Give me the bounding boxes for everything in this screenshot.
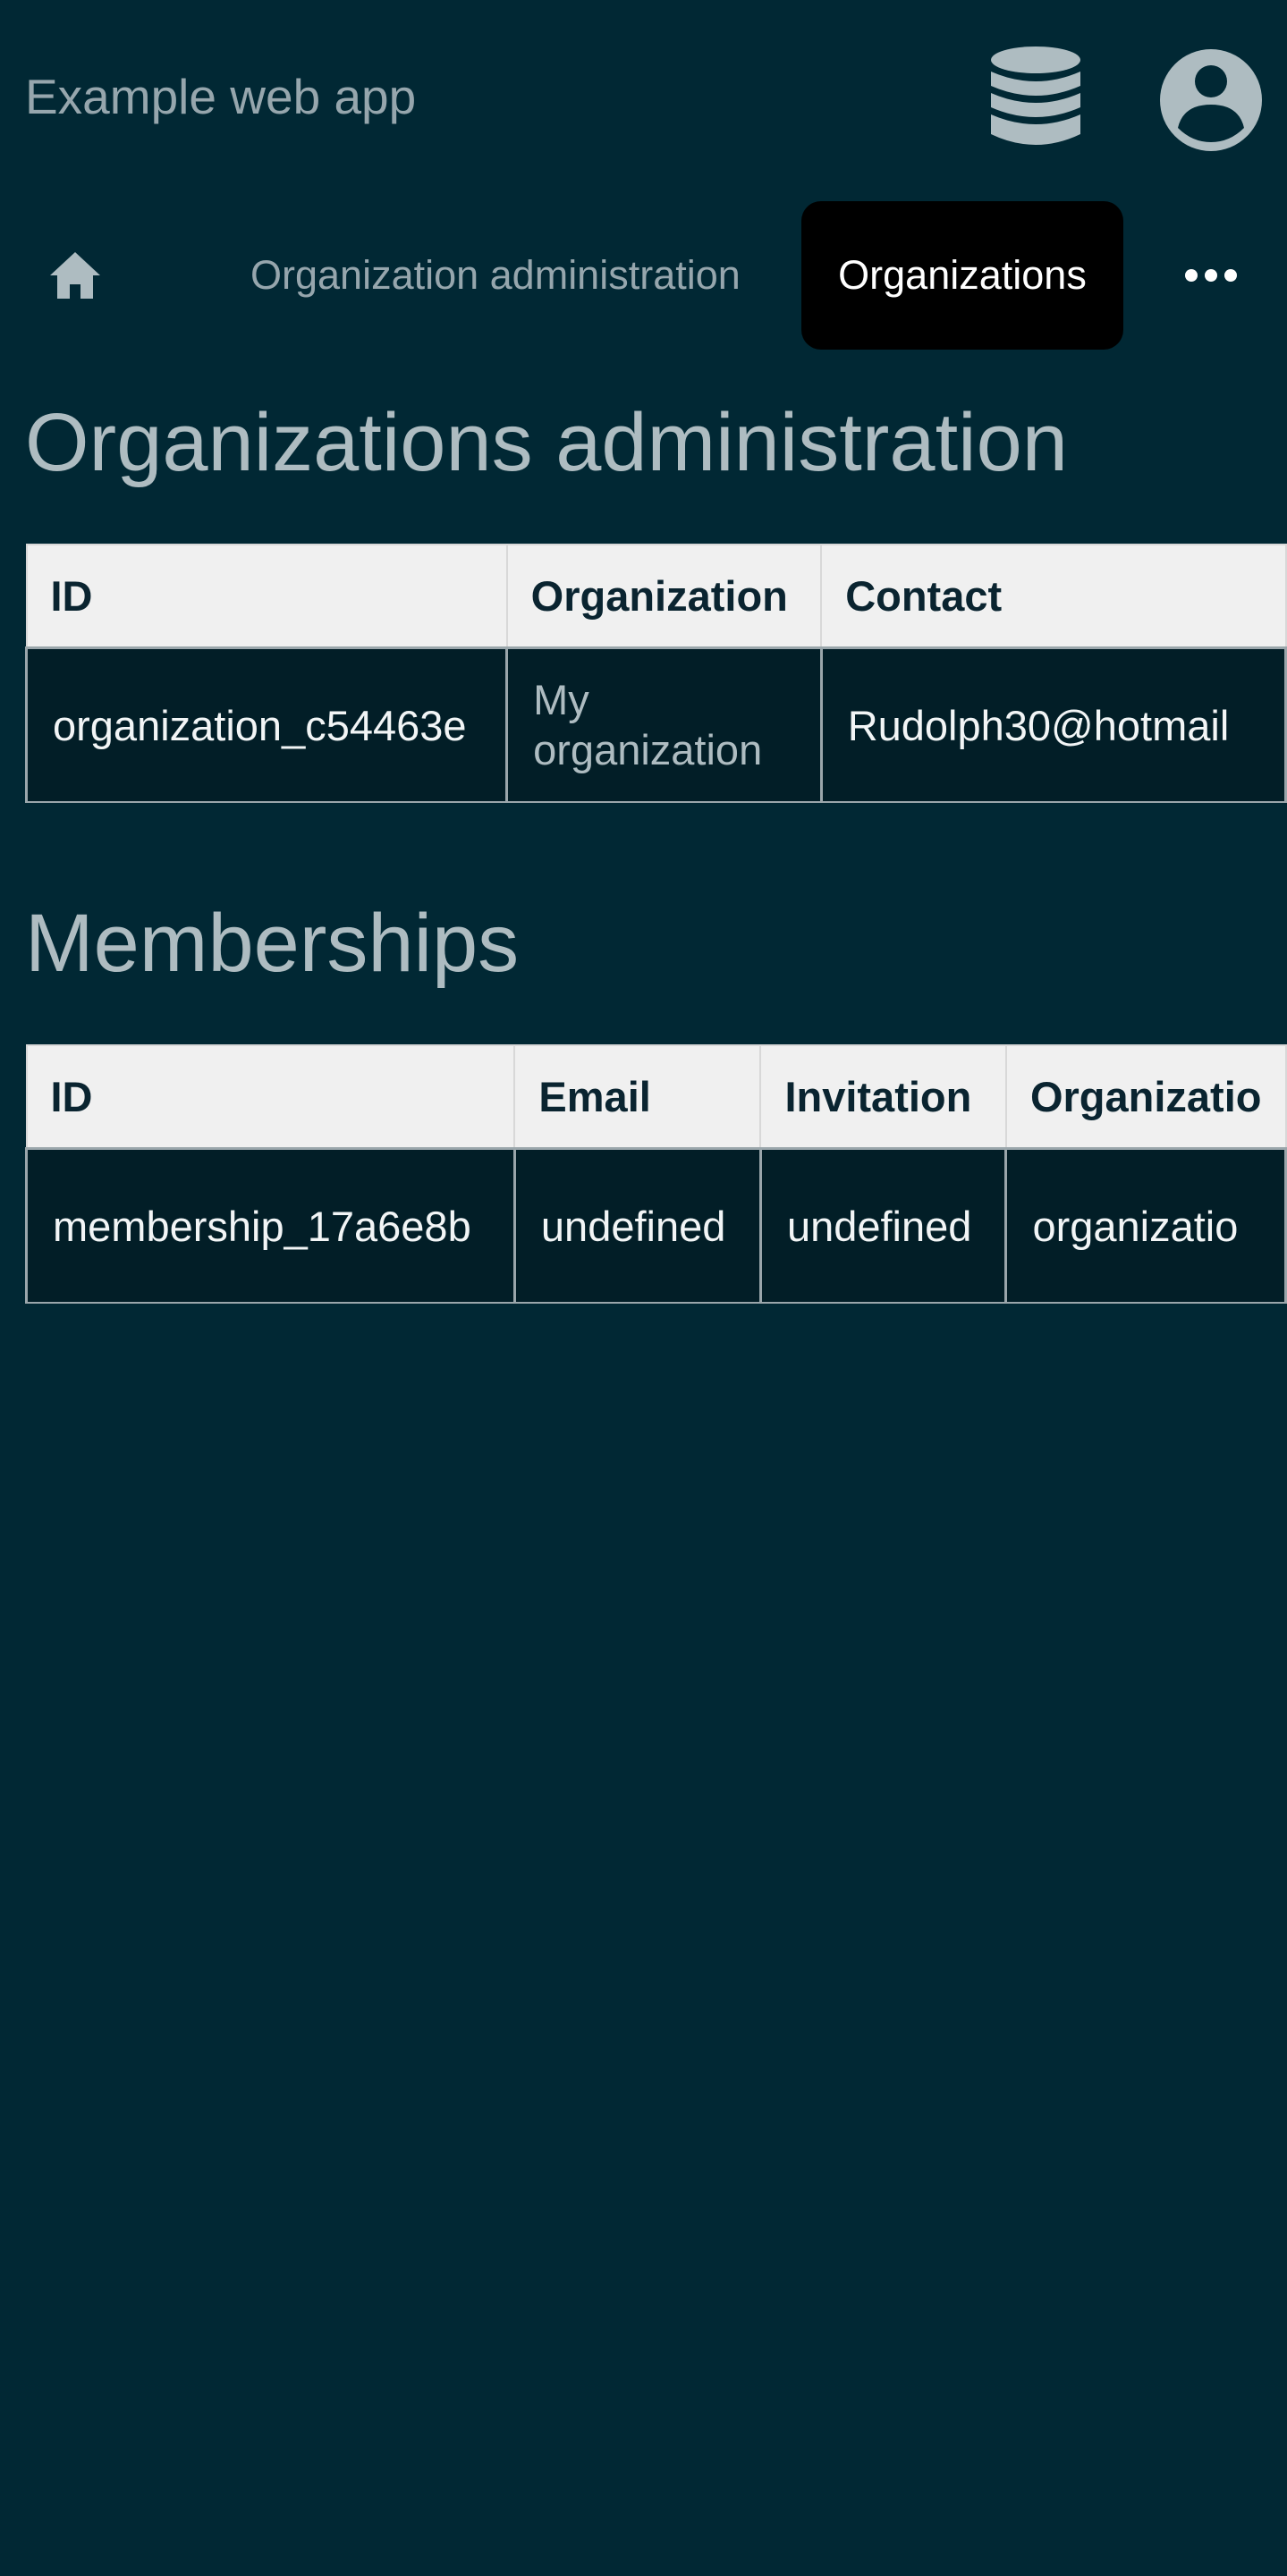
- organizations-table: ID Organization Contact organization_c54…: [25, 544, 1287, 803]
- cell-membership-organization: organizatio: [1004, 1147, 1287, 1304]
- cell-membership-invitation: undefined: [758, 1147, 1008, 1304]
- column-header-id[interactable]: ID: [25, 1044, 516, 1150]
- cell-organization-name: My organization: [505, 646, 823, 803]
- table-row[interactable]: membership_17a6e8b undefined undefined o…: [25, 1147, 1287, 1304]
- database-icon[interactable]: [988, 45, 1083, 154]
- column-header-id[interactable]: ID: [25, 544, 508, 649]
- column-header-organization[interactable]: Organizatio: [1004, 1044, 1287, 1150]
- column-header-organization[interactable]: Organization: [505, 544, 823, 649]
- tab-organizations[interactable]: Organizations: [801, 201, 1123, 350]
- app-title[interactable]: Example web app: [25, 64, 416, 129]
- organizations-heading: Organizations administration: [25, 397, 1068, 488]
- cell-organization-id: organization_c54463e: [25, 646, 509, 803]
- column-header-invitation[interactable]: Invitation: [759, 1044, 1007, 1150]
- cell-membership-email: undefined: [512, 1147, 762, 1304]
- navigation-bar: Organization administration Organization…: [0, 197, 1287, 352]
- table-header-row: ID Email Invitation Organizatio: [25, 1044, 1287, 1150]
- app-header: Example web app: [0, 0, 1287, 190]
- cell-membership-id: membership_17a6e8b: [25, 1147, 516, 1304]
- more-horizontal-icon[interactable]: [1182, 256, 1240, 295]
- cell-organization-contact: Rudolph30@hotmail: [819, 646, 1287, 803]
- account-circle-icon[interactable]: [1158, 47, 1264, 153]
- breadcrumb-organization-administration[interactable]: Organization administration: [250, 249, 741, 302]
- memberships-heading: Memberships: [25, 898, 520, 989]
- memberships-table-container: ID Email Invitation Organizatio membersh…: [25, 1044, 1287, 1304]
- memberships-table: ID Email Invitation Organizatio membersh…: [25, 1044, 1287, 1304]
- home-icon[interactable]: [43, 243, 107, 308]
- column-header-contact[interactable]: Contact: [820, 544, 1287, 649]
- table-row[interactable]: organization_c54463e My organization Rud…: [25, 646, 1287, 803]
- column-header-email[interactable]: Email: [513, 1044, 762, 1150]
- organizations-table-container: ID Organization Contact organization_c54…: [25, 544, 1287, 803]
- table-header-row: ID Organization Contact: [25, 544, 1287, 649]
